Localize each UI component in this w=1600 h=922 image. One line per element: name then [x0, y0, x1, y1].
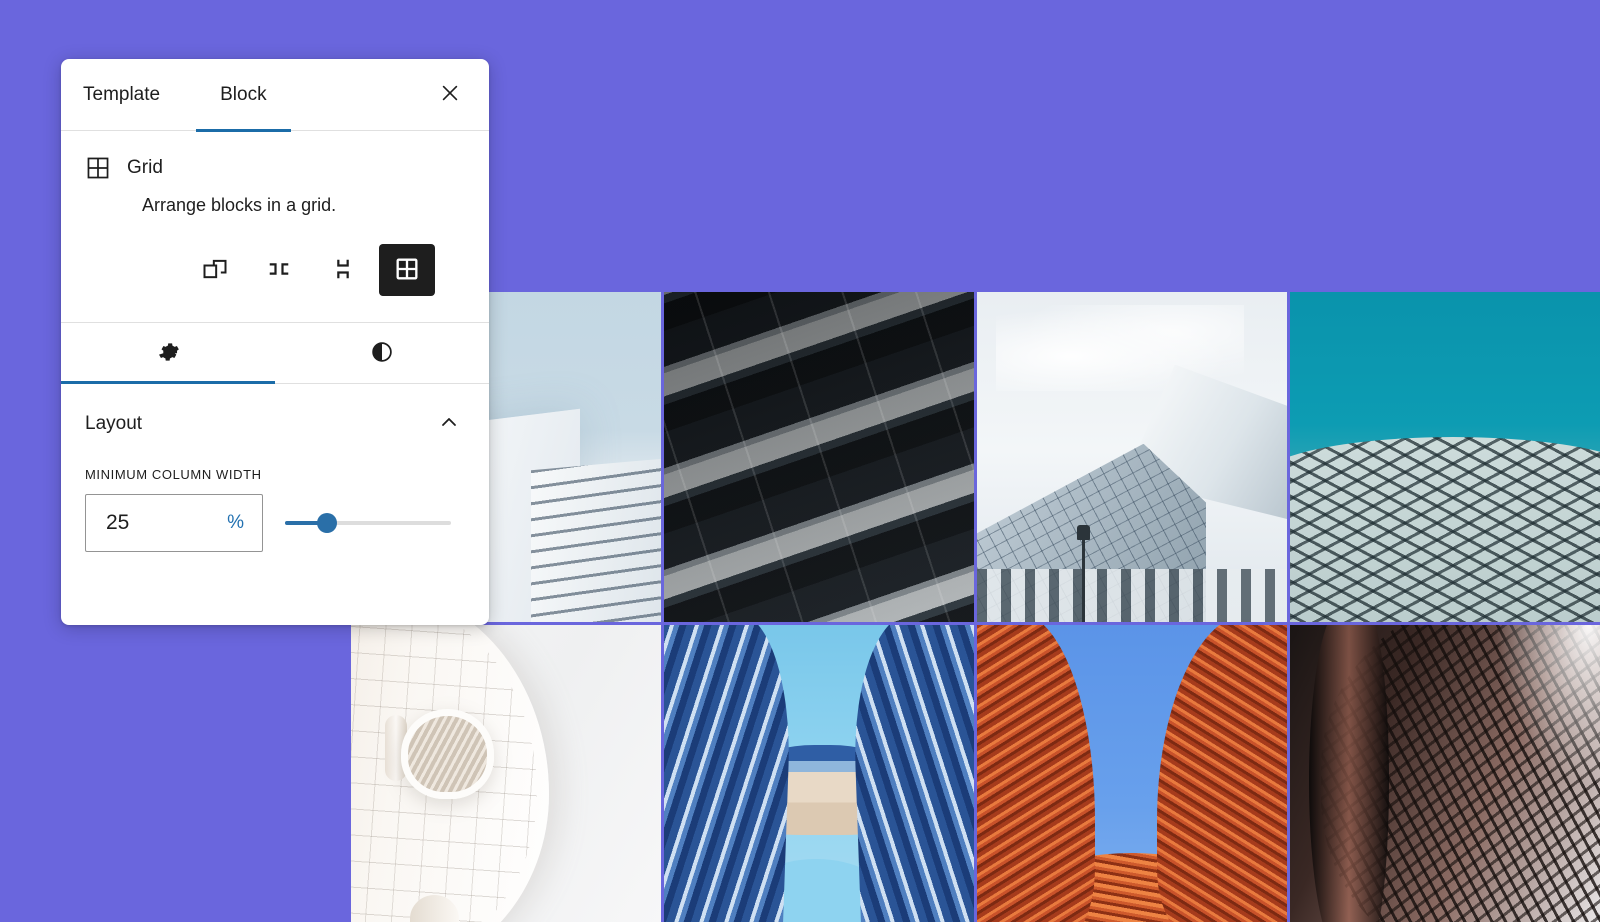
image-white-curved-facade [351, 625, 661, 922]
minimum-column-width-value: 25 [106, 511, 130, 534]
styles-tab[interactable] [275, 323, 489, 383]
inspector-tab-bar [61, 322, 489, 384]
minimum-column-width-slider[interactable] [285, 512, 451, 534]
grid-item-6[interactable] [664, 625, 974, 922]
image-teal-lattice-facade [1290, 292, 1600, 622]
layout-section-header[interactable]: Layout [85, 406, 465, 441]
row-icon [265, 255, 293, 286]
grid-item-5[interactable] [351, 625, 661, 922]
unit-select[interactable]: % [227, 512, 244, 534]
panel-header: Template Block [61, 59, 489, 132]
grid-item-4[interactable] [1290, 292, 1600, 622]
group-icon-button[interactable] [187, 244, 243, 296]
image-grid [351, 292, 1600, 922]
settings-tab[interactable] [61, 323, 275, 384]
minimum-column-width-control: 25 % [85, 494, 465, 552]
chevron-up-icon [437, 410, 461, 437]
grid-item-7[interactable] [977, 625, 1287, 922]
layout-variation-toolbar [61, 216, 489, 322]
grid-icon [85, 155, 111, 181]
gear-icon [155, 339, 181, 368]
block-description: Arrange blocks in a grid. [142, 195, 337, 215]
grid-icon-button[interactable] [379, 244, 435, 296]
image-glass-museum [977, 292, 1287, 622]
block-card: Grid Arrange blocks in a grid. [61, 131, 489, 216]
image-copper-mesh-curve [1290, 625, 1600, 922]
minimum-column-width-input[interactable]: 25 % [85, 494, 263, 552]
contrast-icon [369, 339, 395, 368]
image-dark-angular-facade [664, 292, 974, 622]
close-button[interactable] [433, 78, 467, 112]
row-icon-button[interactable] [251, 244, 307, 296]
grid-item-3[interactable] [977, 292, 1287, 622]
layout-section-title: Layout [85, 412, 143, 434]
block-name: Grid [127, 157, 163, 178]
layout-section: Layout MINIMUM COLUMN WIDTH 25 % [61, 384, 489, 552]
block-inspector-panel: Template Block Grid Arrange blocks in a … [61, 59, 489, 625]
minimum-column-width-label: MINIMUM COLUMN WIDTH [85, 467, 262, 482]
stack-icon-button[interactable] [315, 244, 371, 296]
image-blue-striped-towers [664, 625, 974, 922]
image-orange-ribbed-towers [977, 625, 1287, 922]
stack-icon [329, 255, 357, 286]
layout-collapse-button[interactable] [433, 406, 465, 441]
grid-icon [393, 255, 421, 286]
tab-block[interactable]: Block [196, 59, 292, 132]
group-icon [201, 255, 229, 286]
tab-template[interactable]: Template [83, 59, 196, 131]
block-title-row: Grid [85, 155, 465, 181]
slider-thumb[interactable] [316, 513, 337, 533]
close-icon [439, 82, 461, 107]
grid-item-2[interactable] [664, 292, 974, 622]
grid-item-8[interactable] [1290, 625, 1600, 922]
